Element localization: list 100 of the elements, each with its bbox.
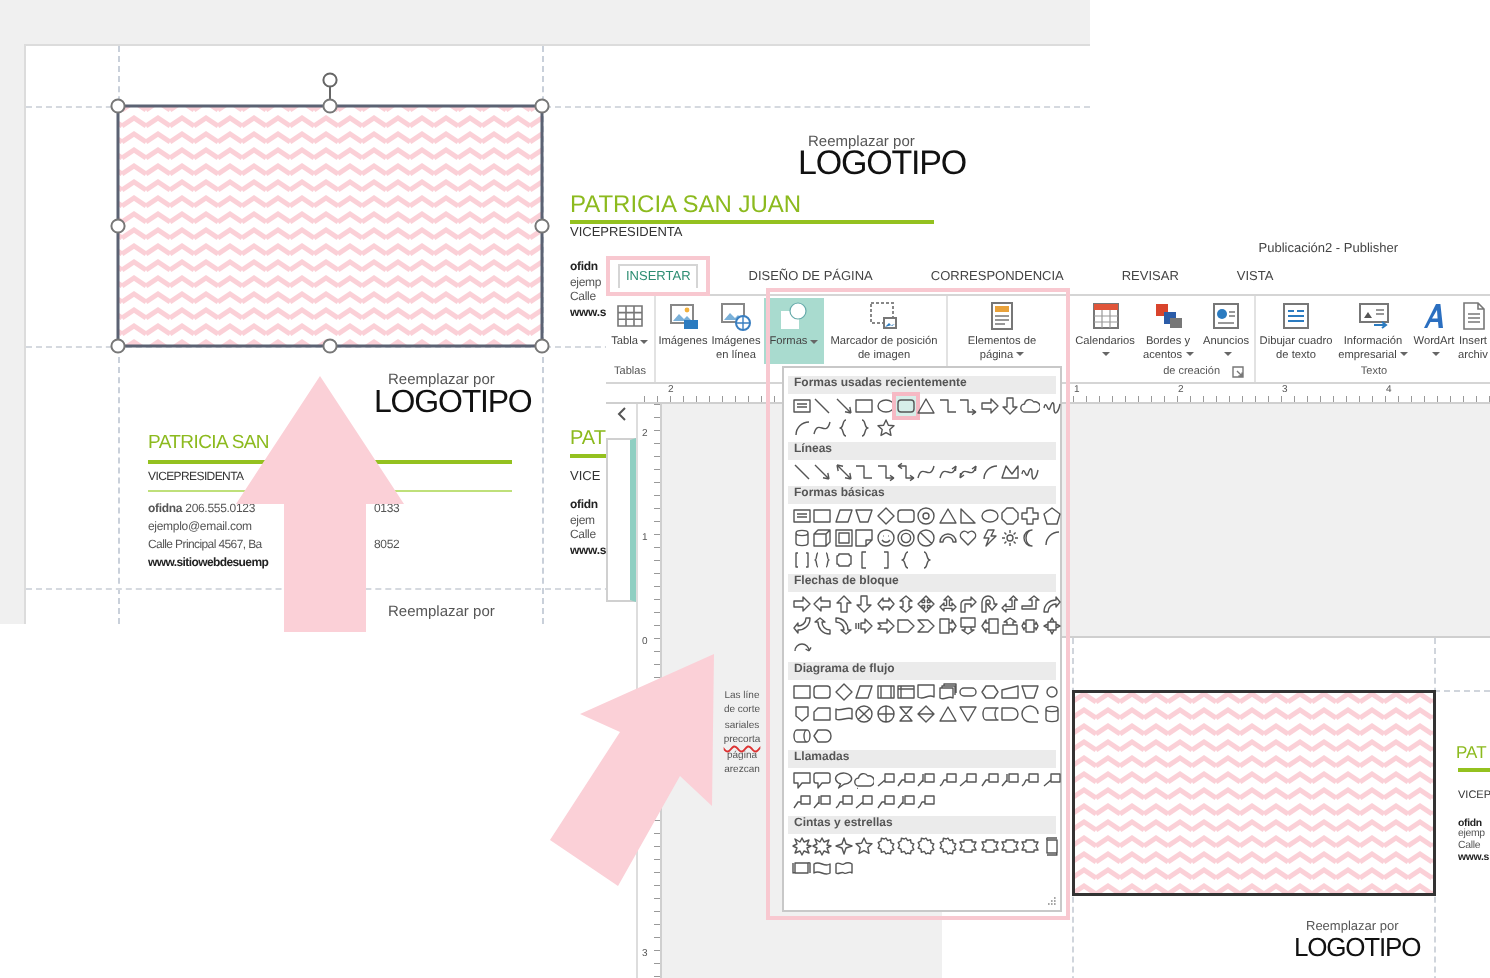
rounded-rectangle-shape-icon[interactable] bbox=[895, 506, 916, 526]
double-bent-callout-shape-icon[interactable] bbox=[1020, 770, 1041, 790]
elbow-double-arrow-shape-icon[interactable] bbox=[895, 462, 916, 482]
arrow-down-shape-icon[interactable] bbox=[999, 396, 1020, 416]
vertical-scroll-shape-icon[interactable] bbox=[1041, 836, 1062, 856]
curve-shape-icon[interactable] bbox=[916, 462, 937, 482]
multi-document-shape-icon[interactable] bbox=[937, 682, 958, 702]
predefined-process-shape-icon[interactable] bbox=[875, 682, 896, 702]
resize-handle[interactable] bbox=[322, 338, 338, 354]
seal-shape-icon[interactable] bbox=[937, 836, 958, 856]
folded-corner-shape-icon[interactable] bbox=[854, 528, 875, 548]
u-turn-arrow-shape-icon[interactable] bbox=[979, 594, 1000, 614]
collapse-icon[interactable] bbox=[615, 405, 627, 422]
octagon-shape-icon[interactable] bbox=[999, 506, 1020, 526]
or-junction-shape-icon[interactable] bbox=[875, 704, 896, 724]
scribble-shape-icon[interactable] bbox=[1020, 462, 1041, 482]
callout-arrow-right-shape-icon[interactable] bbox=[937, 616, 958, 636]
cylinder-shape-icon[interactable] bbox=[1041, 704, 1062, 724]
line-callout-shape-icon[interactable] bbox=[958, 770, 979, 790]
star-shape-icon[interactable] bbox=[854, 836, 875, 856]
page-thumbnail[interactable] bbox=[606, 437, 636, 602]
merge-shape-icon[interactable] bbox=[958, 704, 979, 724]
double-wave-shape-icon[interactable] bbox=[833, 858, 854, 878]
resize-handle[interactable] bbox=[534, 338, 550, 354]
card-shape-icon[interactable] bbox=[812, 704, 833, 724]
zigzag-pattern-shape[interactable] bbox=[1072, 689, 1436, 896]
arc-shape-icon[interactable] bbox=[1041, 528, 1062, 548]
curve-arrow-shape-icon[interactable] bbox=[937, 462, 958, 482]
accent-line-callout-shape-icon[interactable] bbox=[916, 770, 937, 790]
delay-shape-icon[interactable] bbox=[999, 704, 1020, 724]
sun-shape-icon[interactable] bbox=[999, 528, 1020, 548]
manual-input-shape-icon[interactable] bbox=[999, 682, 1020, 702]
oval-callout-shape-icon[interactable] bbox=[833, 770, 854, 790]
cube-shape-icon[interactable] bbox=[812, 528, 833, 548]
target-shape-icon[interactable] bbox=[916, 506, 937, 526]
summing-junction-shape-icon[interactable] bbox=[854, 704, 875, 724]
resize-handle[interactable] bbox=[110, 98, 126, 114]
ribbon-down-shape-icon[interactable] bbox=[958, 836, 979, 856]
elbow-shape-icon[interactable] bbox=[937, 396, 958, 416]
accent-line-callout-shape-icon[interactable] bbox=[999, 770, 1020, 790]
textbox-shape-icon[interactable] bbox=[792, 396, 812, 416]
arrow-down-shape-icon[interactable] bbox=[854, 594, 875, 614]
oval-shape-icon[interactable] bbox=[979, 506, 1000, 526]
cloud-callout-shape-icon[interactable] bbox=[854, 770, 875, 790]
elbow-arrow-shape-icon[interactable] bbox=[875, 462, 896, 482]
line-callout-shape-icon[interactable] bbox=[875, 770, 896, 790]
rectangle-shape-icon[interactable] bbox=[854, 396, 875, 416]
callout-quad-arrow-shape-icon[interactable] bbox=[1041, 616, 1062, 636]
oval-shape-icon[interactable] bbox=[875, 396, 896, 416]
no-symbol-shape-icon[interactable] bbox=[916, 528, 937, 548]
arrow-line-shape-icon[interactable] bbox=[812, 462, 833, 482]
horizontal-scroll-shape-icon[interactable] bbox=[792, 858, 812, 878]
double-arrow-horizontal-shape-icon[interactable] bbox=[875, 594, 896, 614]
cylinder-shape-icon[interactable] bbox=[792, 528, 812, 548]
bracket-pair-shape-icon[interactable] bbox=[792, 550, 812, 570]
rounded-rectangle-shape-icon[interactable] bbox=[895, 396, 916, 416]
ribbon-up-shape-icon[interactable] bbox=[1020, 836, 1041, 856]
diamond-shape-icon[interactable] bbox=[875, 506, 896, 526]
striped-arrow-shape-icon[interactable] bbox=[854, 616, 875, 636]
frame-shape-icon[interactable] bbox=[833, 528, 854, 548]
heart-shape-icon[interactable] bbox=[958, 528, 979, 548]
bent-line-callout-shape-icon[interactable] bbox=[792, 792, 812, 812]
bent-line-callout-shape-icon[interactable] bbox=[979, 770, 1000, 790]
callout-arrow-left-shape-icon[interactable] bbox=[979, 616, 1000, 636]
document-shape-icon[interactable] bbox=[916, 682, 937, 702]
resize-handle[interactable] bbox=[534, 218, 550, 234]
hexagon-shape-icon[interactable] bbox=[979, 682, 1000, 702]
resize-handle[interactable] bbox=[110, 218, 126, 234]
double-arrow-vertical-shape-icon[interactable] bbox=[895, 594, 916, 614]
trapezoid-shape-icon[interactable] bbox=[854, 506, 875, 526]
parallelogram-shape-icon[interactable] bbox=[833, 506, 854, 526]
resize-grip-icon[interactable] bbox=[1046, 896, 1056, 906]
curved-arrow-left-shape-icon[interactable] bbox=[792, 616, 812, 636]
collate-shape-icon[interactable] bbox=[895, 704, 916, 724]
resize-handle[interactable] bbox=[534, 98, 550, 114]
brace-pair-shape-icon[interactable] bbox=[812, 550, 833, 570]
pentagon-arrow-shape-icon[interactable] bbox=[895, 616, 916, 636]
display-shape-icon[interactable] bbox=[812, 726, 833, 746]
seal-shape-icon[interactable] bbox=[875, 836, 896, 856]
direct-access-shape-icon[interactable] bbox=[792, 726, 812, 746]
sort-shape-icon[interactable] bbox=[916, 704, 937, 724]
stored-data-shape-icon[interactable] bbox=[979, 704, 1000, 724]
notched-arrow-shape-icon[interactable] bbox=[875, 616, 896, 636]
callout-arrow-down-shape-icon[interactable] bbox=[958, 616, 979, 636]
ribbon-down-shape-icon[interactable] bbox=[999, 836, 1020, 856]
smiley-shape-icon[interactable] bbox=[875, 528, 896, 548]
accent-line-callout-shape-icon[interactable] bbox=[812, 792, 833, 812]
arrow-left-shape-icon[interactable] bbox=[812, 594, 833, 614]
elbow-shape-icon[interactable] bbox=[854, 462, 875, 482]
star-shape-icon[interactable] bbox=[875, 418, 896, 438]
line-shape-icon[interactable] bbox=[792, 462, 812, 482]
left-up-arrow-shape-icon[interactable] bbox=[999, 594, 1020, 614]
bent-line-callout-shape-icon[interactable] bbox=[895, 770, 916, 790]
seal-shape-icon[interactable] bbox=[895, 836, 916, 856]
explosion-shape-icon[interactable] bbox=[812, 836, 833, 856]
resize-handle[interactable] bbox=[322, 98, 338, 114]
curved-arrow-right-shape-icon[interactable] bbox=[1041, 594, 1062, 614]
triangle-shape-icon[interactable] bbox=[937, 506, 958, 526]
four-point-star-shape-icon[interactable] bbox=[833, 836, 854, 856]
curved-arrow-down-shape-icon[interactable] bbox=[833, 616, 854, 636]
